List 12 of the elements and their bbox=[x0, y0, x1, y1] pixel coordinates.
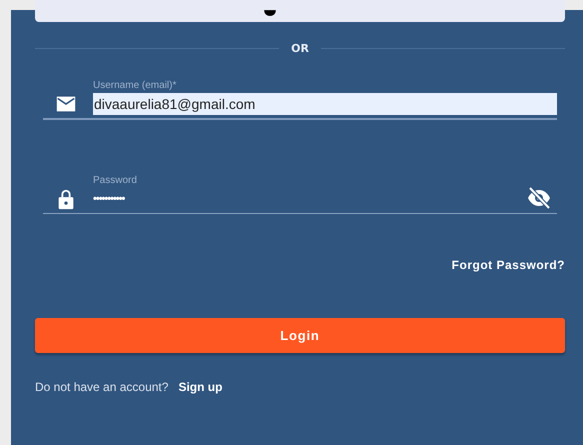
field-label: Username (email)* bbox=[93, 80, 178, 91]
eye-slash-icon[interactable] bbox=[527, 186, 551, 210]
field-value: divaaurelia81@gmail.com bbox=[93, 93, 557, 115]
field-label: Password bbox=[93, 175, 138, 186]
field-value: ••••••••••• bbox=[93, 192, 126, 207]
forgot-password-link[interactable]: Forgot Password? bbox=[452, 258, 565, 272]
divider-label: OR bbox=[290, 42, 310, 54]
sign-up-link[interactable]: Sign up bbox=[178, 380, 222, 394]
logo-icon bbox=[263, 10, 277, 16]
input-field[interactable]: Username (email)* divaaurelia81@gmail.com bbox=[43, 80, 557, 120]
signup-prompt: Do not have an account? bbox=[35, 380, 168, 394]
input-field[interactable]: Password ••••••••••• bbox=[43, 175, 557, 214]
